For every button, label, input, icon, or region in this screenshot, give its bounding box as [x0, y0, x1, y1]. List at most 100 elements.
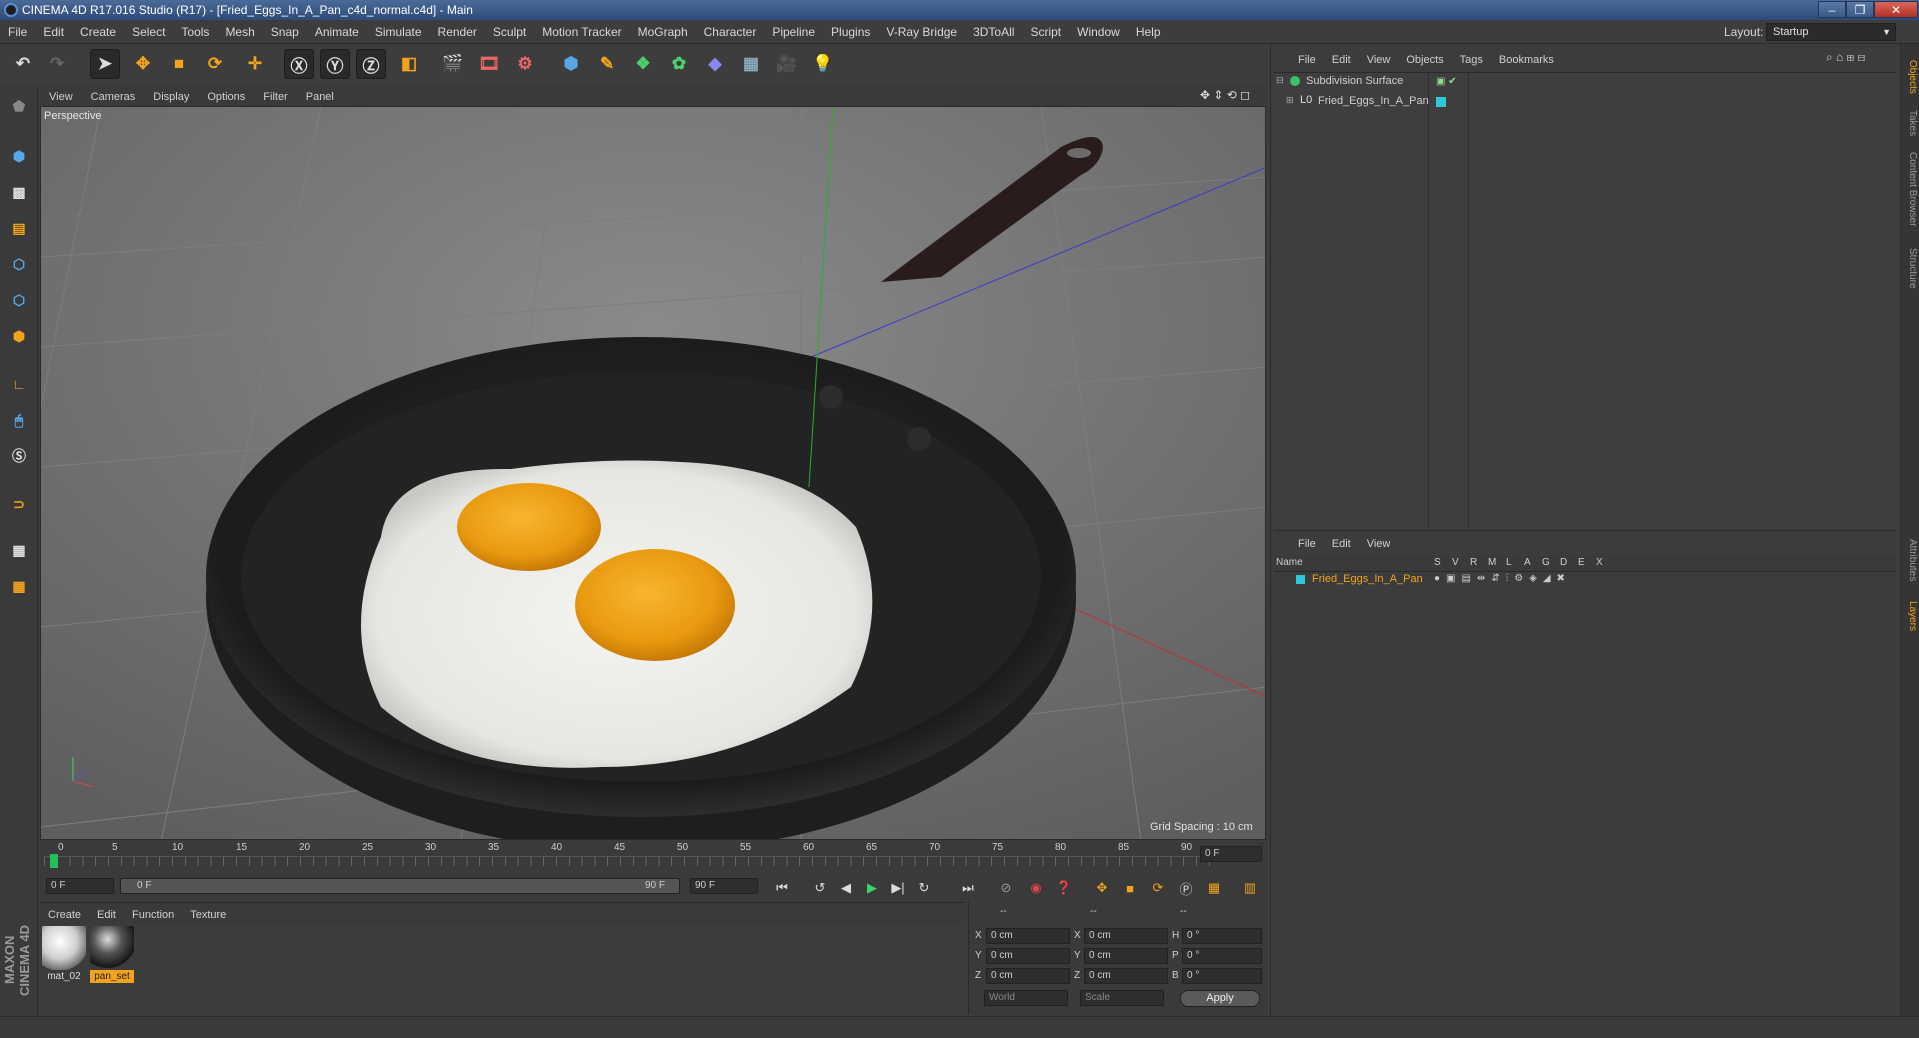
cloner-icon[interactable]: ✿: [664, 49, 694, 79]
make-editable-icon[interactable]: ⬟: [5, 92, 33, 120]
layer-flag-icons[interactable]: ●▣▤⇹⇵⫶⚙◈◢✖: [1434, 573, 1571, 584]
lm-menu-view[interactable]: View: [1359, 533, 1399, 555]
menu-motion-tracker[interactable]: Motion Tracker: [534, 20, 629, 44]
layout-select[interactable]: Startup ▼: [1766, 23, 1896, 41]
move-tool-icon[interactable]: ✥: [128, 49, 158, 79]
polygons-mode-icon[interactable]: ⬢: [5, 322, 33, 350]
om-menu-file[interactable]: File: [1290, 49, 1324, 71]
menu-simulate[interactable]: Simulate: [367, 20, 430, 44]
object-row[interactable]: ⊟ Subdivision Surface: [1276, 74, 1426, 90]
tab-attributes[interactable]: Attributes: [1901, 530, 1918, 590]
world-select[interactable]: World: [984, 990, 1068, 1006]
menu-edit[interactable]: Edit: [35, 20, 72, 44]
z-axis-lock-icon[interactable]: Ⓩ: [356, 49, 386, 79]
cube-icon[interactable]: ⬢: [556, 49, 586, 79]
scale-select[interactable]: Scale: [1080, 990, 1164, 1006]
menu-create[interactable]: Create: [72, 20, 124, 44]
subdivision-icon[interactable]: ❖: [628, 49, 658, 79]
menu-mograph[interactable]: MoGraph: [630, 20, 696, 44]
current-frame-field[interactable]: 0 F: [1200, 846, 1262, 862]
om-menu-objects[interactable]: Objects: [1398, 49, 1451, 71]
menu-select[interactable]: Select: [124, 20, 173, 44]
menu-mesh[interactable]: Mesh: [217, 20, 262, 44]
menu-snap[interactable]: Snap: [263, 20, 307, 44]
minimize-button[interactable]: –: [1818, 1, 1846, 18]
light-icon[interactable]: 💡: [808, 49, 838, 79]
camera-icon[interactable]: 🎥: [772, 49, 802, 79]
layer-color-swatch[interactable]: [1296, 575, 1305, 584]
next-key-icon[interactable]: ↻: [912, 876, 936, 900]
menu-help[interactable]: Help: [1128, 20, 1169, 44]
rotation-h-field[interactable]: 0 °: [1182, 928, 1262, 944]
rotation-b-field[interactable]: 0 °: [1182, 968, 1262, 984]
material-label-selected[interactable]: pan_set: [90, 970, 134, 983]
vp-menu-options[interactable]: Options: [198, 87, 254, 107]
menu-file[interactable]: File: [0, 20, 35, 44]
rotate-tool-icon[interactable]: ⟳: [200, 49, 230, 79]
menu-window[interactable]: Window: [1069, 20, 1128, 44]
coordinate-system-icon[interactable]: ◧: [394, 49, 424, 79]
goto-end-icon[interactable]: ⏭: [956, 876, 980, 900]
menu-script[interactable]: Script: [1022, 20, 1069, 44]
expand-icon[interactable]: ⊞: [1286, 95, 1294, 106]
lm-menu-edit[interactable]: Edit: [1324, 533, 1359, 555]
deformer-icon[interactable]: ◆: [700, 49, 730, 79]
mat-menu-create[interactable]: Create: [40, 904, 89, 926]
menu-plugins[interactable]: Plugins: [823, 20, 878, 44]
timeline-ruler[interactable]: [44, 856, 1212, 866]
mat-menu-function[interactable]: Function: [124, 904, 182, 926]
solo-mode-icon[interactable]: Ⓢ: [5, 442, 33, 470]
menu-pipeline[interactable]: Pipeline: [764, 20, 823, 44]
vp-menu-display[interactable]: Display: [144, 87, 198, 107]
tab-objects[interactable]: Objects: [1901, 52, 1918, 102]
redo-icon[interactable]: ↷: [42, 49, 72, 79]
material-swatch[interactable]: [42, 926, 86, 970]
collapse-icon[interactable]: ⊟: [1276, 75, 1284, 86]
workplane-lock-icon[interactable]: ▦: [5, 536, 33, 564]
keyframe-selection-icon[interactable]: ❓: [1052, 876, 1076, 900]
rotation-p-field[interactable]: 0 °: [1182, 948, 1262, 964]
search-icon[interactable]: ⌕ ⌂ ⊞ ⊟: [1826, 50, 1865, 65]
autokey-icon[interactable]: ◉: [1024, 876, 1048, 900]
floor-icon[interactable]: ▦: [736, 49, 766, 79]
om-menu-edit[interactable]: Edit: [1324, 49, 1359, 71]
menu-render[interactable]: Render: [430, 20, 485, 44]
frame-range-slider[interactable]: 0 F 90 F: [120, 878, 680, 894]
object-name[interactable]: Subdivision Surface: [1306, 75, 1403, 87]
x-axis-lock-icon[interactable]: Ⓧ: [284, 49, 314, 79]
layer-name[interactable]: Fried_Eggs_In_A_Pan: [1312, 573, 1423, 585]
render-picture-viewer-icon[interactable]: 🎞: [474, 49, 504, 79]
menu-animate[interactable]: Animate: [307, 20, 367, 44]
axis-mode-icon[interactable]: ∟: [5, 370, 33, 398]
menu-3dtoall[interactable]: 3DToAll: [965, 20, 1022, 44]
material-label[interactable]: mat_02: [42, 970, 86, 983]
select-tool-icon[interactable]: ➤: [90, 49, 120, 79]
menu-tools[interactable]: Tools: [173, 20, 217, 44]
layer-row[interactable]: Fried_Eggs_In_A_Pan ●▣▤⇹⇵⫶⚙◈◢✖: [1274, 572, 1896, 588]
position-x-field[interactable]: 0 cm: [986, 928, 1070, 944]
prev-key-icon[interactable]: ↺: [808, 876, 832, 900]
model-mode-icon[interactable]: ⬢: [5, 142, 33, 170]
maximize-button[interactable]: ❐: [1846, 1, 1874, 18]
material-swatch[interactable]: [90, 926, 134, 970]
object-row[interactable]: ⊞ L0 Fried_Eggs_In_A_Pan: [1286, 94, 1429, 110]
timeline-window-icon[interactable]: ▥: [1238, 876, 1262, 900]
scale-x-field[interactable]: 0 cm: [1084, 928, 1168, 944]
key-pla-icon[interactable]: ▦: [1202, 876, 1226, 900]
key-parameter-icon[interactable]: Ⓟ: [1174, 876, 1198, 900]
close-button[interactable]: ✕: [1874, 1, 1918, 18]
tweak-mode-icon[interactable]: 🖱: [5, 406, 33, 434]
mat-menu-texture[interactable]: Texture: [182, 904, 234, 926]
menu-vray-bridge[interactable]: V-Ray Bridge: [878, 20, 965, 44]
pen-spline-icon[interactable]: ✎: [592, 49, 622, 79]
menu-character[interactable]: Character: [696, 20, 765, 44]
vp-menu-cameras[interactable]: Cameras: [82, 87, 145, 107]
render-settings-icon[interactable]: ⚙: [510, 49, 540, 79]
position-z-field[interactable]: 0 cm: [986, 968, 1070, 984]
end-frame-field[interactable]: 90 F: [690, 878, 758, 894]
render-view-icon[interactable]: 🎬: [438, 49, 468, 79]
tab-layers[interactable]: Layers: [1901, 596, 1918, 636]
grid-snap-icon[interactable]: ▦: [5, 572, 33, 600]
start-frame-field[interactable]: 0 F: [46, 878, 114, 894]
viewport-nav-icons[interactable]: ✥ ⇕ ⟲ ◻: [1200, 88, 1250, 102]
